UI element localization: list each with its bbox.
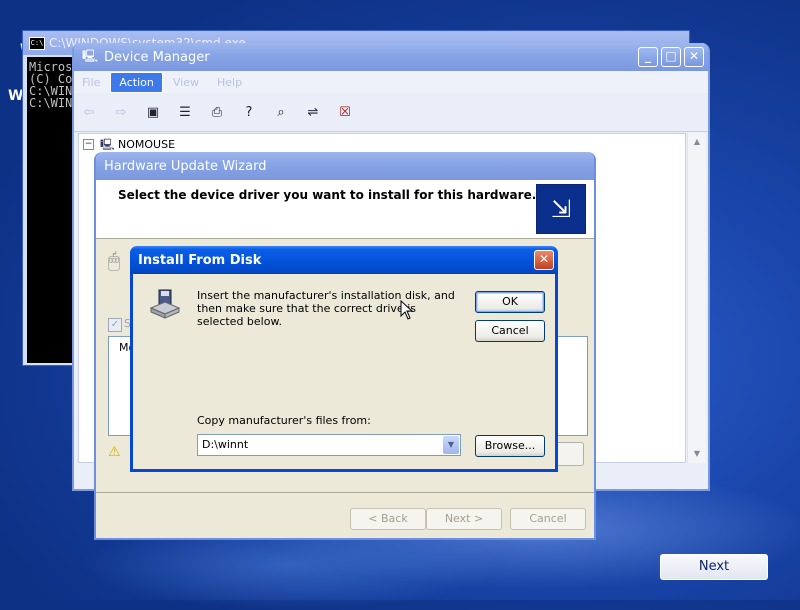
divider (96, 492, 594, 493)
wizard-header: Select the device driver you want to ins… (96, 180, 594, 239)
instruction-text: Insert the manufacturer's installation d… (197, 289, 455, 328)
close-button[interactable]: ✕ (534, 250, 554, 270)
device-manager-title: Device Manager (104, 49, 210, 65)
install-from-disk-title: Install From Disk (138, 252, 262, 268)
menu-view[interactable]: View (165, 73, 207, 92)
vertical-scrollbar[interactable]: ▲ ▼ (687, 133, 706, 463)
maximize-button[interactable]: □ (661, 47, 681, 67)
menu-bar: File Action View Help (74, 71, 708, 93)
help-icon[interactable]: ? (240, 104, 258, 122)
console-tree-icon[interactable]: ▣ (144, 104, 162, 122)
update-driver-icon[interactable]: ⇌ (304, 104, 322, 122)
cancel-button[interactable]: Cancel (475, 320, 545, 342)
browse-button[interactable]: Browse... (475, 435, 545, 457)
back-icon[interactable]: ⇦ (80, 104, 98, 122)
next-button[interactable]: Next > (426, 508, 502, 530)
install-from-disk-dialog[interactable]: Install From Disk ✕ Insert the manufactu… (130, 246, 558, 472)
close-button[interactable]: ✕ (684, 47, 704, 67)
path-combobox[interactable]: D:\winnt ▼ (197, 434, 461, 456)
ok-button[interactable]: OK (475, 291, 545, 313)
cancel-button[interactable]: Cancel (510, 508, 586, 530)
chevron-down-icon[interactable]: ▼ (443, 436, 459, 454)
computer-icon: 🖳 (100, 137, 115, 151)
device-manager-title-bar[interactable]: 🖳 Device Manager _ □ ✕ (74, 43, 708, 71)
tree-item-label: NOMOUSE (118, 138, 176, 151)
hardware-wizard-icon: ⇲ (536, 184, 586, 234)
menu-help[interactable]: Help (209, 73, 250, 92)
path-value: D:\winnt (202, 438, 249, 451)
cmd-icon: C:\ (29, 36, 45, 50)
print-icon[interactable]: ⎙ (208, 104, 226, 122)
forward-icon[interactable]: ⇨ (112, 104, 130, 122)
wizard-header-text: Select the device driver you want to ins… (118, 188, 537, 202)
tree-item-root[interactable]: − 🖳 NOMOUSE (83, 138, 175, 151)
warning-icon: ⚠ (108, 444, 121, 460)
scroll-down-icon[interactable]: ▼ (689, 446, 705, 462)
setup-next-button[interactable]: Next (660, 554, 768, 580)
collapse-icon[interactable]: − (83, 139, 94, 150)
mouse-icon: 🖱 (108, 248, 120, 272)
menu-action[interactable]: Action (110, 71, 163, 93)
computer-icon: 🖳 (82, 48, 99, 63)
wizard-title-bar[interactable]: Hardware Update Wizard (96, 152, 594, 180)
wizard-title: Hardware Update Wizard (104, 158, 267, 174)
mouse-cursor-icon (400, 300, 414, 320)
menu-file[interactable]: File (74, 73, 108, 92)
show-compatible-checkbox[interactable]: ✓ (108, 318, 122, 332)
minimize-button[interactable]: _ (638, 47, 658, 67)
scroll-up-icon[interactable]: ▲ (689, 134, 705, 150)
disk-drive-icon (149, 289, 181, 319)
uninstall-icon[interactable]: ☒ (336, 104, 354, 122)
back-button[interactable]: < Back (350, 508, 426, 530)
toolbar: ⇦ ⇨ ▣ ☰ ⎙ ? ⌕ ⇌ ☒ (74, 95, 708, 132)
copy-from-label: Copy manufacturer's files from: (197, 414, 371, 427)
scan-hardware-icon[interactable]: ⌕ (272, 104, 290, 122)
properties-icon[interactable]: ☰ (176, 104, 194, 122)
install-from-disk-title-bar[interactable]: Install From Disk ✕ (130, 246, 558, 274)
